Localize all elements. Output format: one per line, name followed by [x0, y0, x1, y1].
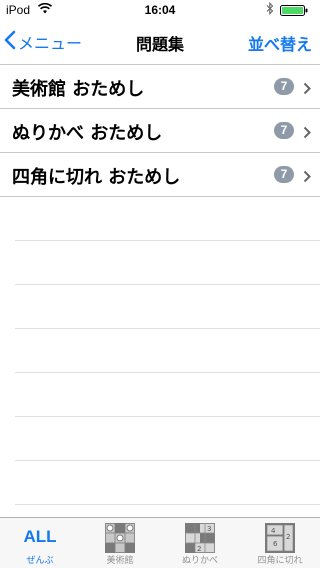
- count-badge: 7: [274, 166, 294, 183]
- svg-text:3: 3: [207, 525, 211, 533]
- tab-nurikabe[interactable]: 3 2 ぬりかべ: [160, 518, 240, 568]
- puzzle-set-list: 美術館 おためし 7 ぬりかべ おためし 7 四角に切れ おためし 7: [0, 65, 320, 505]
- svg-text:4: 4: [271, 527, 276, 535]
- chevron-right-icon: [303, 80, 311, 99]
- list-item[interactable]: 四角に切れ おためし 7: [0, 153, 320, 197]
- empty-row: [15, 285, 320, 329]
- empty-row: [15, 461, 320, 505]
- empty-row: [15, 329, 320, 373]
- tab-label: ぬりかべ: [181, 556, 218, 566]
- tab-bar: ALL ぜんぶ 美術館 3 2 ぬりかべ 4 2 6 四角に切れ: [0, 517, 320, 568]
- nurikabe-grid-icon: 3 2: [185, 523, 215, 557]
- battery-icon: [280, 5, 308, 19]
- list-item-title: 四角に切れ おためし: [12, 167, 181, 188]
- tab-label: ぜんぶ: [26, 556, 54, 566]
- bluetooth-icon: [266, 1, 274, 18]
- empty-row: [15, 197, 320, 241]
- tab-shikaku[interactable]: 4 2 6 四角に切れ: [240, 518, 320, 568]
- svg-text:2: 2: [197, 545, 201, 553]
- svg-text:2: 2: [286, 533, 290, 541]
- sort-button[interactable]: 並べ替え: [248, 31, 312, 55]
- count-badge: 7: [274, 122, 294, 139]
- navigation-bar: メニュー 問題集 並べ替え: [0, 20, 320, 65]
- bijutsukan-grid-icon: [105, 523, 135, 557]
- tab-label: 四角に切れ: [257, 556, 303, 566]
- list-item[interactable]: 美術館 おためし 7: [0, 65, 320, 109]
- status-bar: iPod 16:04: [0, 0, 320, 20]
- chevron-right-icon: [303, 168, 311, 187]
- tab-bijutsukan[interactable]: 美術館: [80, 518, 160, 568]
- tab-all[interactable]: ALL ぜんぶ: [0, 518, 80, 568]
- tab-label: 美術館: [106, 556, 134, 566]
- all-icon-text: ALL: [23, 527, 57, 546]
- list-item-title: 美術館 おためし: [12, 79, 145, 100]
- chevron-right-icon: [303, 124, 311, 143]
- svg-text:6: 6: [273, 540, 278, 548]
- empty-row: [15, 373, 320, 417]
- count-badge: 7: [274, 78, 294, 95]
- app-screen: iPod 16:04 メニュー 問題集 並べ替え 美術館 おためし 7 ぬりかべ…: [0, 0, 320, 568]
- empty-row: [15, 417, 320, 461]
- empty-row: [15, 241, 320, 285]
- list-item[interactable]: ぬりかべ おためし 7: [0, 109, 320, 153]
- list-item-title: ぬりかべ おためし: [12, 123, 163, 144]
- shikaku-grid-icon: 4 2 6: [265, 523, 295, 557]
